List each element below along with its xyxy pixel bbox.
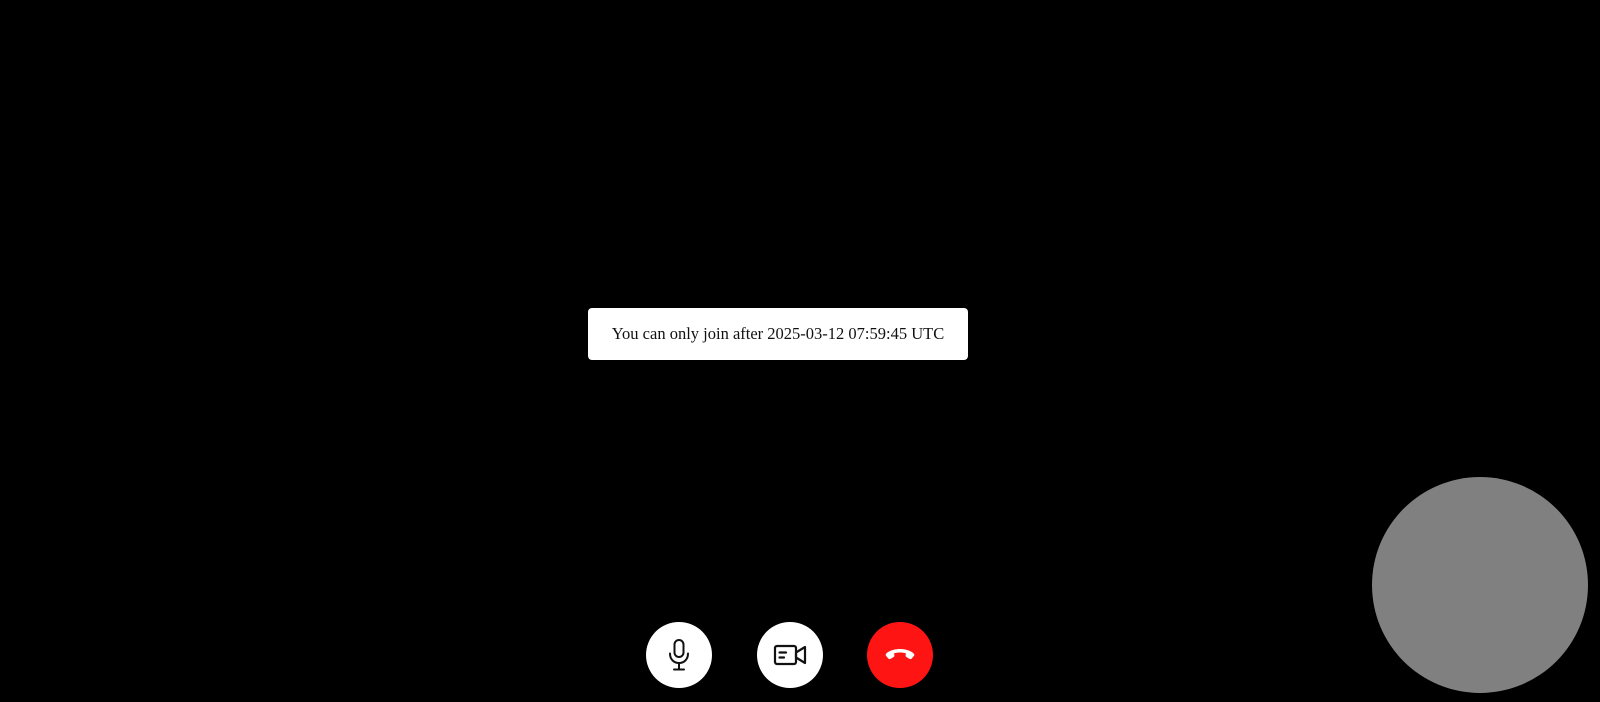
join-time-notice: You can only join after 2025-03-12 07:59…: [588, 308, 968, 360]
end-call-button[interactable]: [867, 622, 933, 688]
mute-microphone-button[interactable]: [646, 622, 712, 688]
call-controls: [0, 622, 1600, 688]
microphone-icon: [666, 638, 692, 672]
toggle-camera-button[interactable]: [757, 622, 823, 688]
video-camera-icon: [773, 643, 807, 667]
call-screen: You can only join after 2025-03-12 07:59…: [0, 0, 1600, 702]
join-time-message: You can only join after 2025-03-12 07:59…: [611, 324, 945, 343]
phone-hangup-icon: [885, 647, 915, 663]
